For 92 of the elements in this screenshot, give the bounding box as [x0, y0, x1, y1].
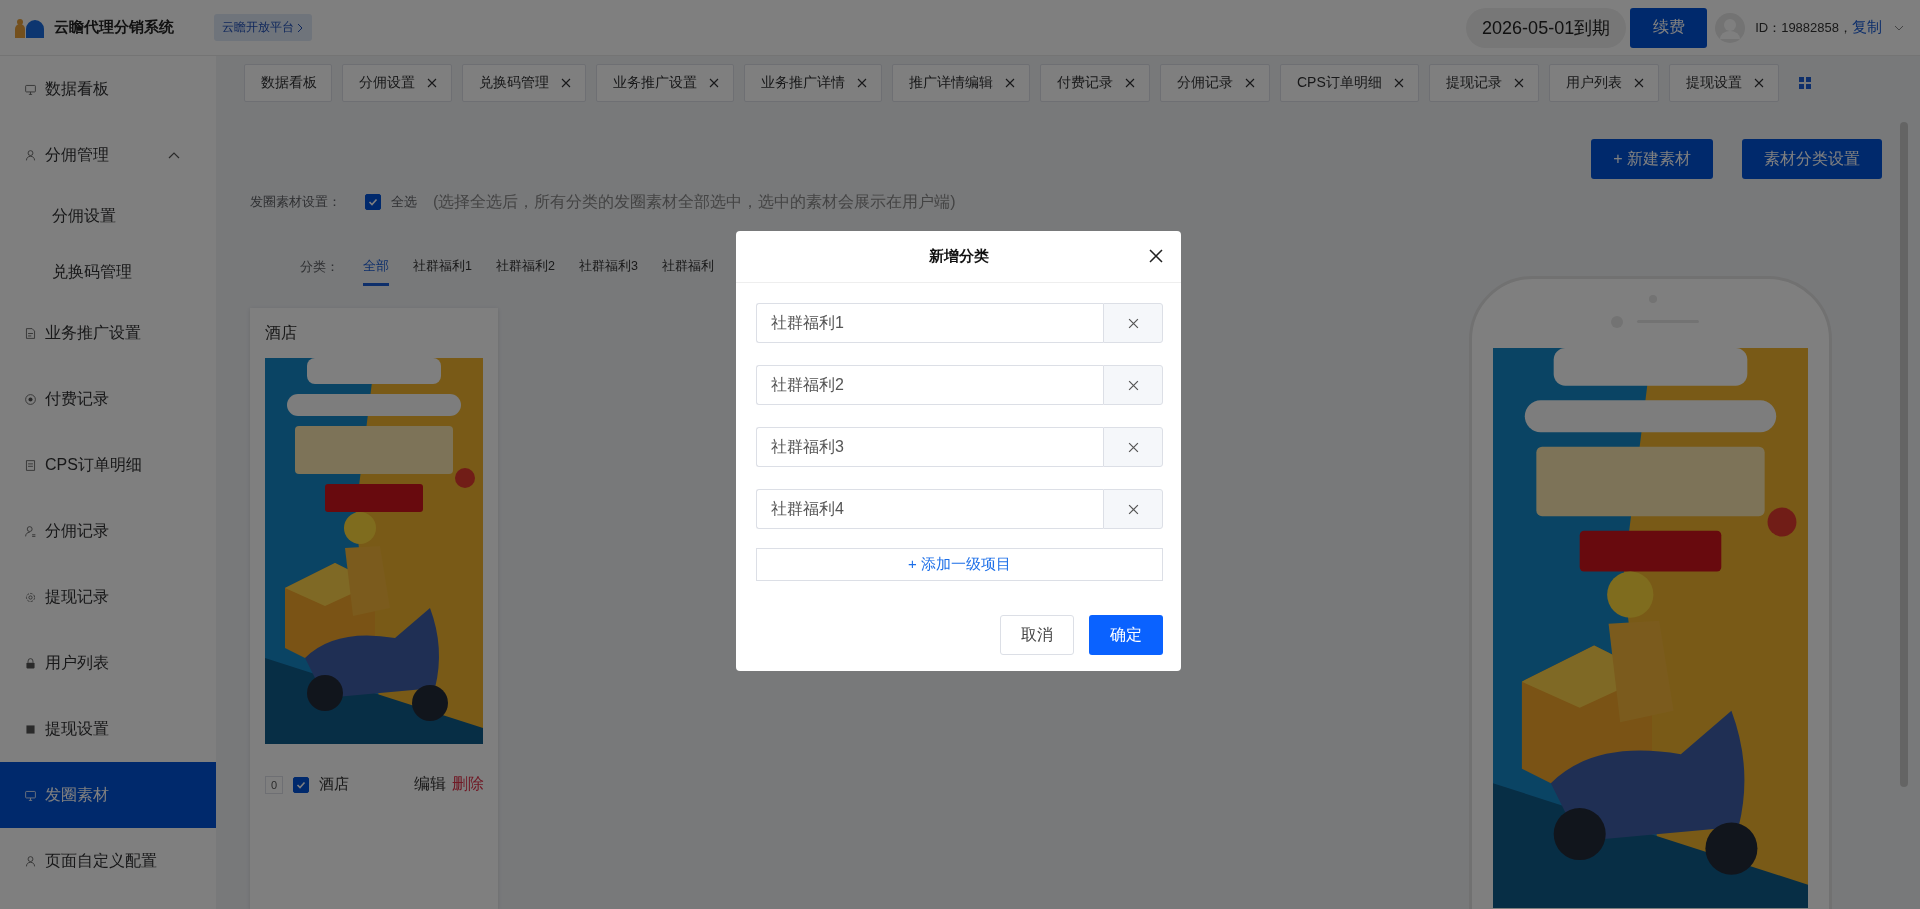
app-title: 云瞻代理分销系统: [54, 18, 174, 37]
close-icon: [1393, 78, 1404, 88]
sidebar-item[interactable]: 提现记录: [0, 564, 216, 630]
clear-button[interactable]: [1103, 365, 1163, 405]
input-field[interactable]: 社群福利4: [756, 489, 1103, 529]
category-tab[interactable]: 全部: [363, 258, 389, 286]
gear-icon: [24, 590, 37, 604]
sidebar-item[interactable]: 分佣记录: [0, 498, 216, 564]
monitor-icon: [24, 788, 37, 802]
tab[interactable]: 用户列表: [1548, 64, 1659, 102]
close-icon: [1753, 78, 1764, 88]
checkbox-label: 全选: [391, 193, 417, 211]
category-tab[interactable]: 社群福利: [661, 258, 714, 286]
material-name: 酒店: [319, 775, 350, 794]
clear-button[interactable]: [1103, 303, 1163, 343]
checkbox[interactable]: [365, 194, 381, 210]
checkbox[interactable]: [293, 776, 310, 793]
copy-link[interactable]: 复制: [1852, 18, 1882, 37]
add-button[interactable]: + 添加一级项目: [756, 548, 1163, 581]
category-tab[interactable]: 社群福利2: [495, 258, 555, 286]
close-icon: [1127, 503, 1139, 515]
delete-link[interactable]: 删除: [452, 774, 484, 795]
close-icon: [857, 78, 867, 88]
sidebar-item[interactable]: 数据看板: [0, 56, 216, 122]
sidebar-item[interactable]: 提现设置: [0, 696, 216, 762]
sort-number: 0: [265, 775, 284, 794]
category-label: 分类：: [300, 258, 339, 276]
category-tab[interactable]: 社群福利3: [578, 258, 638, 286]
square-icon: [24, 722, 37, 736]
confirm-button[interactable]: 确定: [1089, 615, 1163, 655]
tab[interactable]: 业务推广详情: [744, 64, 882, 102]
user-icon: [24, 524, 37, 538]
close-icon: [1127, 441, 1139, 453]
close-icon: [1127, 379, 1139, 391]
target-icon: [24, 392, 37, 406]
close-icon: [1633, 78, 1644, 88]
close-icon: [561, 78, 571, 88]
sidebar-item[interactable]: 兑换码管理: [0, 244, 216, 300]
caret-icon: [1894, 24, 1904, 31]
input-field[interactable]: 社群福利1: [756, 303, 1103, 343]
sidebar-item[interactable]: 分佣设置: [0, 188, 216, 244]
tab[interactable]: 数据看板: [244, 64, 332, 102]
close-icon: [427, 78, 437, 88]
input-field[interactable]: 社群福利2: [756, 365, 1103, 405]
close-button[interactable]: [1149, 249, 1163, 263]
sidebar-item[interactable]: CPS订单明细: [0, 432, 216, 498]
edit-link[interactable]: 编辑: [414, 774, 446, 795]
close-icon: [709, 78, 719, 88]
clear-button[interactable]: [1103, 489, 1163, 529]
tab[interactable]: 提现设置: [1668, 64, 1779, 102]
close-icon: [1125, 78, 1135, 88]
renew-button[interactable]: 续费: [1630, 7, 1708, 48]
expiry-date: 2026-05-01到期: [1466, 7, 1627, 48]
close-icon: [1127, 317, 1139, 329]
chevron-icon: [297, 22, 304, 33]
cancel-button[interactable]: 取消: [1000, 615, 1074, 655]
sidebar-item[interactable]: 页面自定义配置: [0, 828, 216, 894]
lock-icon: [24, 656, 37, 670]
clear-button[interactable]: [1103, 427, 1163, 467]
input-field[interactable]: 社群福利3: [756, 427, 1103, 467]
setting-label: 发圈素材设置：: [250, 193, 341, 211]
tab[interactable]: 分佣记录: [1160, 64, 1270, 102]
document-icon: [24, 458, 37, 472]
tab[interactable]: 兑换码管理: [462, 64, 586, 102]
platform-link[interactable]: 云瞻开放平台: [214, 14, 312, 41]
user-icon: [24, 148, 37, 162]
check-icon: [367, 196, 379, 208]
sidebar-item[interactable]: 用户列表: [0, 630, 216, 696]
document-icon: [24, 326, 37, 340]
close-icon: [1513, 78, 1524, 88]
close-icon: [1005, 78, 1015, 88]
category-tab[interactable]: 社群福利1: [413, 258, 472, 286]
toolbar-button[interactable]: + 新建素材: [1591, 139, 1713, 179]
card-title: 酒店: [265, 323, 298, 343]
tab[interactable]: 提现记录: [1428, 64, 1539, 102]
sidebar-item[interactable]: 发圈素材: [0, 762, 216, 828]
grid-icon[interactable]: [1798, 77, 1811, 89]
sidebar-item[interactable]: 业务推广设置: [0, 300, 216, 366]
tab[interactable]: 业务推广设置: [596, 64, 734, 102]
dialog-title: 新增分类: [928, 247, 989, 266]
sidebar-item[interactable]: 分佣管理: [0, 122, 216, 188]
tab[interactable]: 付费记录: [1040, 64, 1150, 102]
user-id: ID：19882858，: [1755, 18, 1852, 37]
chevron-icon: [168, 151, 180, 159]
user-icon: [24, 854, 37, 868]
monitor-icon: [24, 82, 37, 96]
tab[interactable]: 推广详情编辑: [892, 64, 1030, 102]
toolbar-button[interactable]: 素材分类设置: [1742, 139, 1882, 179]
tab[interactable]: 分佣设置: [342, 64, 452, 102]
close-icon: [1245, 78, 1255, 88]
tab[interactable]: CPS订单明细: [1280, 64, 1419, 102]
sidebar-item[interactable]: 付费记录: [0, 366, 216, 432]
